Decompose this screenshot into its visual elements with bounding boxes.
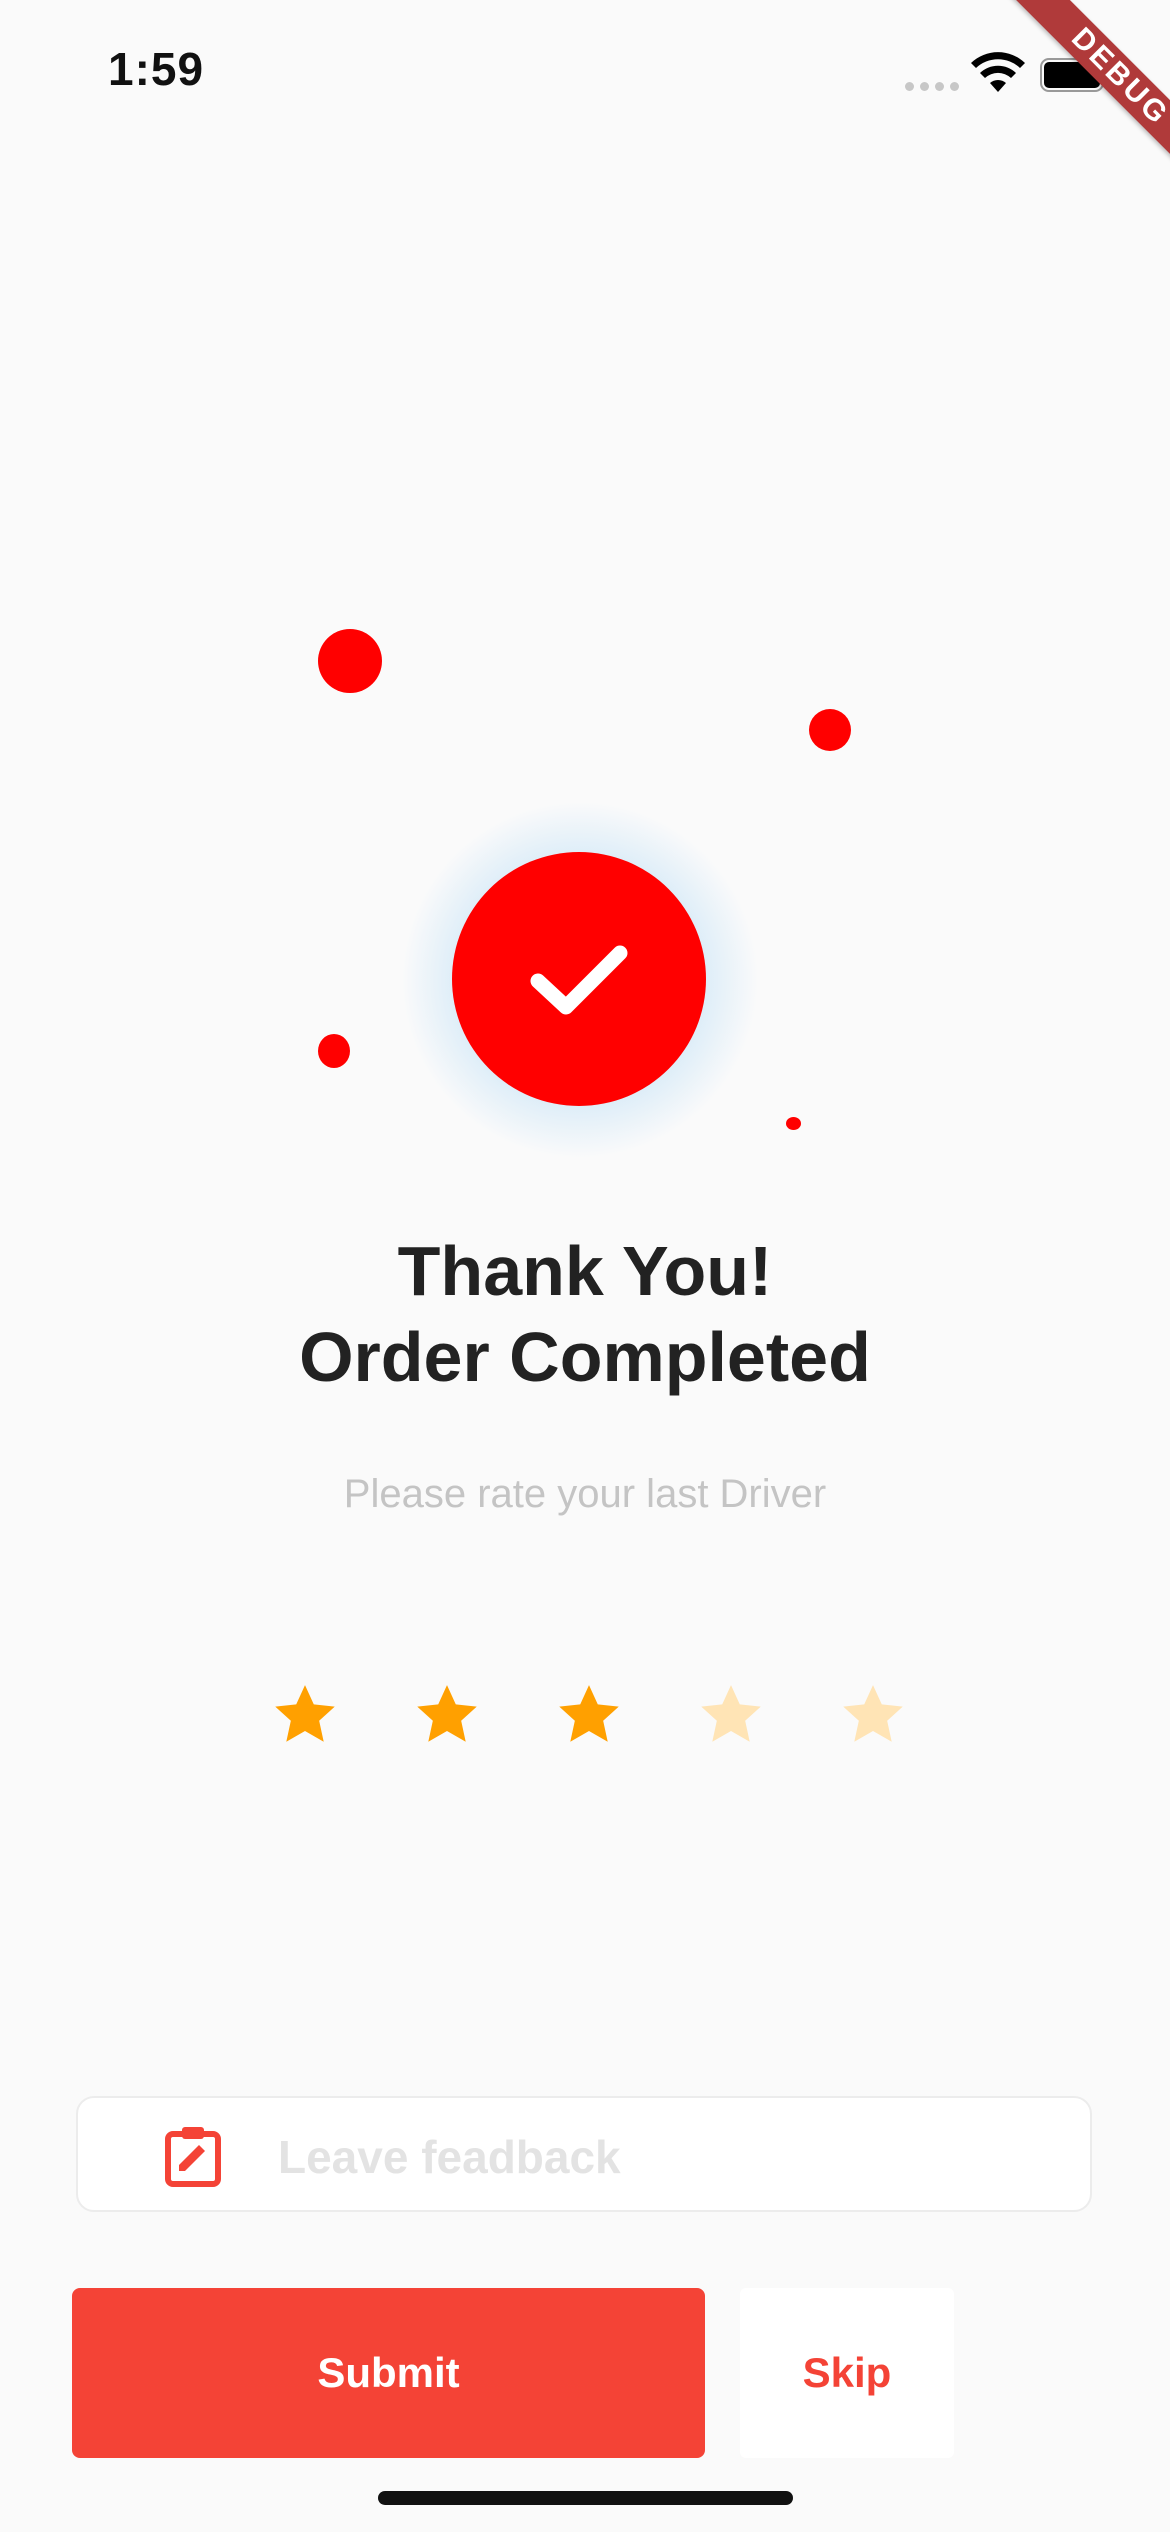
rating-prompt: Please rate your last Driver <box>343 1472 827 1516</box>
clipboard-edit-icon <box>165 2127 221 2187</box>
wifi-icon <box>971 52 1025 92</box>
debug-banner: DEBUG <box>993 0 1170 204</box>
home-indicator <box>378 2491 793 2505</box>
submit-button[interactable]: Submit <box>72 2288 705 2458</box>
title-line-1: Thank You! <box>397 1232 773 1310</box>
skip-button[interactable]: Skip <box>740 2288 954 2458</box>
decorative-dot <box>318 1034 350 1068</box>
decorative-dot <box>318 629 382 693</box>
star-filled-icon[interactable] <box>412 1680 482 1748</box>
decorative-dot <box>809 709 851 751</box>
confirmation-title: Thank You! Order Completed <box>0 1228 1170 1400</box>
feedback-placeholder: Leave feadback <box>278 2131 621 2183</box>
success-check-circle <box>452 852 706 1106</box>
check-icon <box>530 945 628 1015</box>
star-filled-icon[interactable] <box>270 1680 340 1748</box>
star-rating[interactable] <box>270 1680 908 1748</box>
status-time: 1:59 <box>108 43 205 95</box>
feedback-input[interactable]: Leave feadback <box>76 2096 1092 2212</box>
cellular-signal-icon <box>905 82 959 91</box>
star-filled-icon[interactable] <box>554 1680 624 1748</box>
decorative-dot <box>786 1117 801 1130</box>
title-line-2: Order Completed <box>299 1318 871 1396</box>
star-empty-icon[interactable] <box>838 1680 908 1748</box>
star-empty-icon[interactable] <box>696 1680 766 1748</box>
